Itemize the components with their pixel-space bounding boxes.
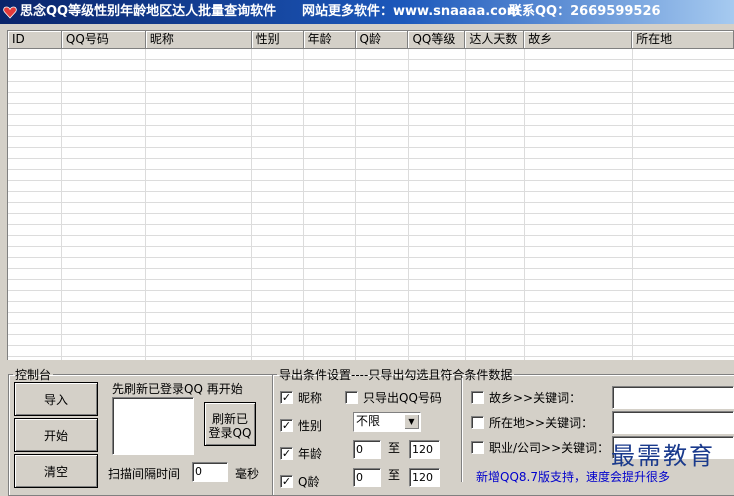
interval-input[interactable]: 0: [192, 462, 228, 482]
qage-to-input[interactable]: 120: [409, 468, 440, 487]
age-from-input[interactable]: 0: [353, 440, 381, 459]
interval-label: 扫描间隔时间: [108, 467, 181, 481]
hometown-keyword-input[interactable]: [612, 386, 734, 409]
refresh-logged-in-button[interactable]: 刷新已 登录QQ: [204, 402, 256, 446]
qage-from-input[interactable]: 0: [353, 468, 381, 487]
chevron-down-icon[interactable]: ▼: [404, 414, 419, 429]
location-checkbox[interactable]: 所在地>>关键词：: [471, 414, 593, 431]
gender-checkbox-label: 性别: [298, 419, 323, 433]
column-header-hometown[interactable]: 故乡: [524, 31, 633, 49]
control-panel-legend: 控制台: [15, 368, 52, 382]
table-header: ID QQ号码 昵称 性别 年龄 Q龄 QQ等级 达人天数 故乡 所在地: [8, 31, 734, 49]
age-to-label: 至: [388, 441, 401, 455]
start-button[interactable]: 开始: [14, 418, 98, 452]
column-header-gender[interactable]: 性别: [251, 31, 304, 49]
job-checkbox[interactable]: 职业/公司>>关键词：: [471, 439, 609, 456]
check-icon: ✓: [280, 419, 293, 432]
check-icon: ✓: [280, 447, 293, 460]
age-to-input[interactable]: 120: [409, 440, 440, 459]
heart-icon: [3, 6, 17, 19]
refresh-button-line1: 刷新已: [211, 412, 248, 426]
nickname-checkbox[interactable]: ✓ 昵称: [280, 389, 322, 406]
refresh-button-line2: 登录QQ: [208, 426, 252, 440]
gender-select[interactable]: 不限 ▼: [353, 412, 421, 432]
column-header-nickname[interactable]: 昵称: [145, 31, 252, 49]
check-icon: ✓: [280, 391, 293, 404]
title-bar: 思念QQ等级性别年龄地区达人批量查询软件 网站更多软件：www.snaaaa.c…: [0, 0, 734, 24]
nickname-checkbox-label: 昵称: [298, 391, 323, 405]
results-table[interactable]: ID QQ号码 昵称 性别 年龄 Q龄 QQ等级 达人天数 故乡 所在地: [7, 30, 734, 360]
only-qq-checkbox[interactable]: 只导出QQ号码: [345, 389, 442, 406]
clear-button[interactable]: 清空: [14, 454, 98, 488]
import-button[interactable]: 导入: [14, 382, 98, 416]
table-body: [8, 49, 734, 360]
watermark-text: 最需教育: [611, 442, 715, 470]
interval-unit: 毫秒: [235, 467, 260, 481]
column-header-location[interactable]: 所在地: [632, 31, 734, 49]
window-title: 思念QQ等级性别年龄地区达人批量查询软件: [20, 4, 277, 19]
refresh-hint: 先刷新已登录QQ 再开始: [112, 382, 243, 396]
column-header-qq[interactable]: QQ号码: [61, 31, 146, 49]
column-header-qq-level[interactable]: QQ等级: [408, 31, 466, 49]
only-qq-checkbox-label: 只导出QQ号码: [363, 391, 442, 405]
gender-select-value: 不限: [356, 414, 381, 428]
qage-to-label: 至: [388, 468, 401, 482]
gender-checkbox[interactable]: ✓ 性别: [280, 417, 322, 434]
hometown-checkbox[interactable]: 故乡>>关键词：: [471, 389, 581, 406]
location-keyword-input[interactable]: [612, 411, 734, 434]
hometown-checkbox-label: 故乡>>关键词：: [489, 391, 582, 405]
contact-text: 联系QQ：2669599526: [509, 4, 661, 19]
column-header-talent-days[interactable]: 达人天数: [465, 31, 525, 49]
location-checkbox-label: 所在地>>关键词：: [489, 416, 594, 430]
website-text: 网站更多软件：www.snaaaa.com: [302, 4, 521, 19]
column-header-age[interactable]: 年龄: [303, 31, 356, 49]
job-checkbox-label: 职业/公司>>关键词：: [489, 441, 610, 455]
logged-in-qq-list[interactable]: [112, 397, 194, 455]
age-checkbox[interactable]: ✓ 年龄: [280, 445, 322, 462]
column-header-qage[interactable]: Q龄: [355, 31, 409, 49]
export-settings-legend: 导出条件设置----只导出勾选且符合条件数据: [279, 368, 513, 382]
export-divider: [461, 378, 463, 482]
age-checkbox-label: 年龄: [298, 447, 323, 461]
column-header-id[interactable]: ID: [8, 31, 62, 49]
